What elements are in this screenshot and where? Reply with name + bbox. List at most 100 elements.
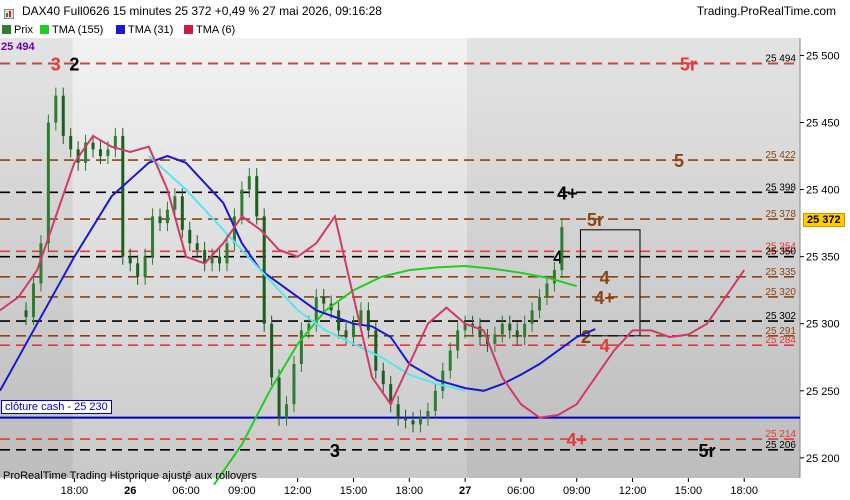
candle-body xyxy=(69,135,73,150)
legend-label: TMA (6) xyxy=(196,24,236,36)
level-value-label: 25 422 xyxy=(765,150,796,161)
current-price-tag: 25 372 xyxy=(803,213,845,227)
candle-body xyxy=(247,176,251,190)
candle-body xyxy=(225,243,229,264)
legend-swatch xyxy=(116,25,125,34)
level-name-label: 5r xyxy=(698,441,715,461)
level-value-label: 25 398 xyxy=(765,182,796,193)
x-tick-label: 15:00 xyxy=(675,485,703,497)
level-name-label: 5 xyxy=(674,151,684,171)
candle-body xyxy=(411,420,415,425)
x-tick-label: 12:00 xyxy=(284,485,312,497)
x-tick-label: 18:00 xyxy=(730,485,758,497)
legend-item[interactable]: TMA (155) xyxy=(40,24,103,36)
candle-body xyxy=(344,330,348,338)
x-tick-label: 27 xyxy=(459,485,471,497)
x-tick-label: 09:00 xyxy=(228,485,256,497)
legend-label: Prix xyxy=(14,24,33,36)
y-tick-label: 25 350 xyxy=(806,252,840,264)
brand-label: Trading.ProRealTime.com xyxy=(696,4,836,18)
candle-body xyxy=(277,377,281,418)
level-name-label: 3 xyxy=(330,441,340,461)
level-value-label: 25 284 xyxy=(765,335,796,346)
candle-body xyxy=(98,149,102,157)
cash-close-label: clôture cash - 25 230 xyxy=(1,400,112,414)
level-value-label: 25 378 xyxy=(765,209,796,220)
candle-body xyxy=(552,270,556,284)
candle-body xyxy=(515,330,519,338)
title-bar: DAX40 Full0626 15 minutes 25 372 +0,49 %… xyxy=(0,0,850,22)
candle-body xyxy=(560,227,564,271)
candle-body xyxy=(322,296,326,304)
x-tick-label: 06:00 xyxy=(172,485,200,497)
candle-body xyxy=(121,135,125,257)
level-name-label: 5r xyxy=(587,210,604,230)
level-value-label: 25 214 xyxy=(765,429,796,440)
legend-swatch xyxy=(2,25,11,34)
x-tick-label: 18:00 xyxy=(61,485,89,497)
x-tick-label: 06:00 xyxy=(507,485,535,497)
level-name-label: 4 xyxy=(600,336,610,356)
candle-body xyxy=(218,256,222,264)
legend-item[interactable]: TMA (31) xyxy=(116,24,173,36)
candle-body xyxy=(374,330,378,371)
candle-body xyxy=(545,283,549,297)
x-tick-label: 09:00 xyxy=(563,485,591,497)
legend-item[interactable]: Prix xyxy=(2,24,33,36)
candle-body xyxy=(270,323,274,378)
candle-body xyxy=(285,404,289,418)
legend-item[interactable]: TMA (6) xyxy=(184,24,235,36)
candle-body xyxy=(240,189,244,217)
candle-body xyxy=(54,95,58,123)
candle-body xyxy=(180,196,184,230)
legend-label: TMA (31) xyxy=(128,24,174,36)
legend-swatch xyxy=(40,25,49,34)
candle-body xyxy=(195,243,199,250)
candle-body xyxy=(433,390,437,411)
candle-body xyxy=(366,310,370,331)
level-value-label: 25 302 xyxy=(765,311,796,322)
level-value-label: 25 320 xyxy=(765,287,796,298)
footer-note: ProRealTime Trading Historique ajusté au… xyxy=(3,470,257,482)
x-tick-label: 15:00 xyxy=(340,485,368,497)
level-name-label: 2 xyxy=(69,54,79,74)
candle-body xyxy=(151,216,155,257)
candle-body xyxy=(46,122,50,244)
candle-body xyxy=(337,310,341,331)
candle-body xyxy=(299,330,303,364)
level-name-label: 2 xyxy=(581,327,591,347)
y-tick-label: 25 450 xyxy=(806,118,840,130)
level-value-label: 25 350 xyxy=(765,247,796,258)
candle-body xyxy=(24,310,28,318)
candle-body xyxy=(418,417,422,425)
candle-body xyxy=(61,95,65,136)
chart-window-icon[interactable] xyxy=(3,6,15,20)
candle-body xyxy=(143,256,147,277)
level-value-label: 25 206 xyxy=(765,440,796,451)
x-tick-label: 18:00 xyxy=(396,485,424,497)
chart-title: DAX40 Full0626 15 minutes 25 372 +0,49 %… xyxy=(22,4,382,18)
candle-body xyxy=(136,263,140,277)
level-name-label: 4+ xyxy=(566,430,587,450)
candle-body xyxy=(448,350,452,371)
candle-body xyxy=(381,370,385,385)
candle-body xyxy=(404,417,408,421)
candle-body xyxy=(530,310,534,324)
level-name-label: 4+ xyxy=(594,288,615,308)
y-tick-label: 25 200 xyxy=(806,453,840,465)
price-chart[interactable]: 25 20025 25025 30025 35025 40025 45025 5… xyxy=(0,38,850,500)
candle-body xyxy=(426,410,430,418)
candle-body xyxy=(255,176,259,217)
candle-body xyxy=(173,196,177,210)
candle-body xyxy=(165,209,169,224)
start-price-tag: 25 494 xyxy=(1,41,35,53)
y-tick-label: 25 300 xyxy=(806,319,840,331)
candle-body xyxy=(500,323,504,335)
x-tick-label: 12:00 xyxy=(619,485,647,497)
candle-body xyxy=(188,229,192,244)
legend-swatch xyxy=(184,25,193,34)
candle-body xyxy=(523,323,527,338)
candle-body xyxy=(456,330,460,351)
candle-body xyxy=(508,323,512,331)
y-tick-label: 25 250 xyxy=(806,386,840,398)
